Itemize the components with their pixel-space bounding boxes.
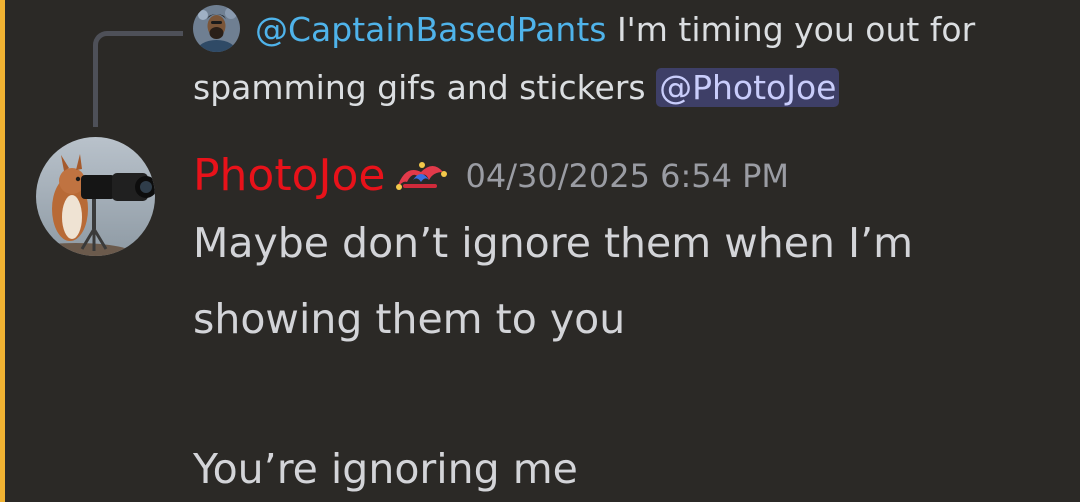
reply-text-part-1: I'm timing you out for	[606, 10, 976, 49]
jester-hat-icon[interactable]	[395, 158, 448, 194]
bearded-man-avatar-icon	[193, 5, 240, 52]
message-author-avatar[interactable]	[36, 137, 155, 256]
reply-preview-line-1[interactable]: @CaptainBasedPants I'm timing you out fo…	[255, 8, 975, 52]
message-text-line-3: You’re ignoring me	[193, 445, 578, 493]
highlight-accent-bar	[0, 0, 5, 502]
message-header: PhotoJoe 04/30/2025 6:54 PM	[193, 150, 789, 202]
reply-connector-line	[93, 31, 183, 127]
message-timestamp[interactable]: 04/30/2025 6:54 PM	[465, 157, 789, 195]
message-author-name[interactable]: PhotoJoe	[193, 150, 385, 201]
message-text-line-1: Maybe don’t ignore them when I’m	[193, 219, 914, 267]
reply-author-avatar[interactable]	[193, 5, 240, 52]
reply-author-name[interactable]: @CaptainBasedPants	[255, 10, 606, 49]
user-mention[interactable]: @PhotoJoe	[656, 68, 840, 107]
reply-preview-line-2[interactable]: spamming gifs and stickers @PhotoJoe	[193, 66, 840, 110]
squirrel-with-camera-avatar-icon	[36, 137, 155, 256]
reply-text-part-2: spamming gifs and stickers	[193, 68, 657, 107]
message-text-line-2: showing them to you	[193, 295, 626, 343]
